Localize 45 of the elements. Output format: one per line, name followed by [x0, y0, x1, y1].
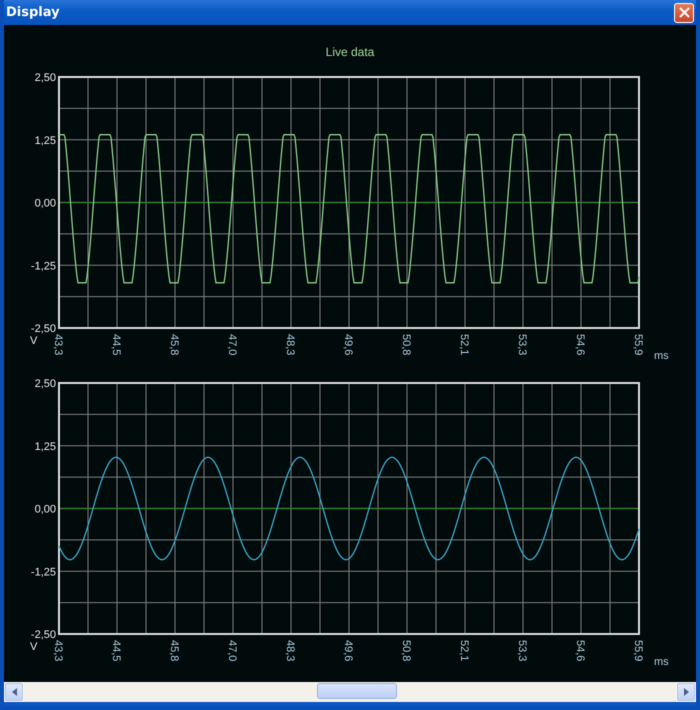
x-tick-label: 52,1: [458, 334, 470, 356]
scrollbar-thumb[interactable]: [317, 683, 397, 699]
y-tick-label: -2,50: [30, 323, 56, 335]
x-tick-label: 50,8: [400, 640, 412, 662]
plot-title: Live data: [326, 45, 374, 61]
y-tick-label: 2,50: [34, 378, 56, 390]
x-tick-label: 45,8: [168, 334, 180, 356]
scroll-left-button[interactable]: [5, 683, 23, 701]
x-tick-label: 48,3: [284, 640, 296, 662]
x-tick-label: 44,5: [110, 640, 122, 662]
right-arrow-icon: [684, 688, 688, 696]
x-tick-label: 50,8: [400, 334, 412, 356]
x-tick-label: 53,3: [516, 334, 528, 356]
unit-label: V: [30, 641, 38, 653]
x-tick-label: 47,0: [226, 334, 238, 356]
window-title: Display: [6, 5, 60, 20]
left-arrow-icon: [12, 688, 16, 696]
x-tick-label: 48,3: [284, 334, 296, 356]
x-tick-label: 43,3: [52, 640, 64, 662]
x-tick-label: 49,6: [342, 334, 354, 356]
unit-label: ms: [654, 656, 669, 668]
x-tick-label: 49,6: [342, 640, 354, 662]
unit-label: V: [30, 335, 38, 347]
x-tick-label: 43,3: [52, 334, 64, 356]
x-tick-label: 44,5: [110, 334, 122, 356]
x-tick-label: 53,3: [516, 640, 528, 662]
y-tick-label: 0,00: [34, 198, 56, 210]
y-tick-label: 1,25: [34, 134, 56, 147]
y-tick-label: 0,00: [34, 504, 56, 516]
y-tick-label: -1,25: [30, 260, 56, 272]
x-tick-label: 54,6: [574, 640, 586, 662]
y-tick-label: -2,50: [30, 629, 56, 641]
x-tick-label: 55,9: [632, 640, 644, 662]
y-tick-label: 2,50: [34, 72, 56, 84]
y-tick-label: 1,25: [34, 440, 56, 453]
x-tick-label: 47,0: [226, 640, 238, 662]
x-tick-label: 45,8: [168, 640, 180, 662]
close-button[interactable]: [674, 2, 694, 22]
x-tick-label: 52,1: [458, 640, 470, 662]
x-tick-label: 54,6: [574, 334, 586, 356]
close-icon: [678, 7, 690, 18]
x-tick-label: 55,9: [632, 334, 644, 356]
unit-label: ms: [654, 350, 669, 362]
scroll-right-button[interactable]: [677, 683, 695, 701]
y-tick-label: -1,25: [30, 566, 56, 578]
